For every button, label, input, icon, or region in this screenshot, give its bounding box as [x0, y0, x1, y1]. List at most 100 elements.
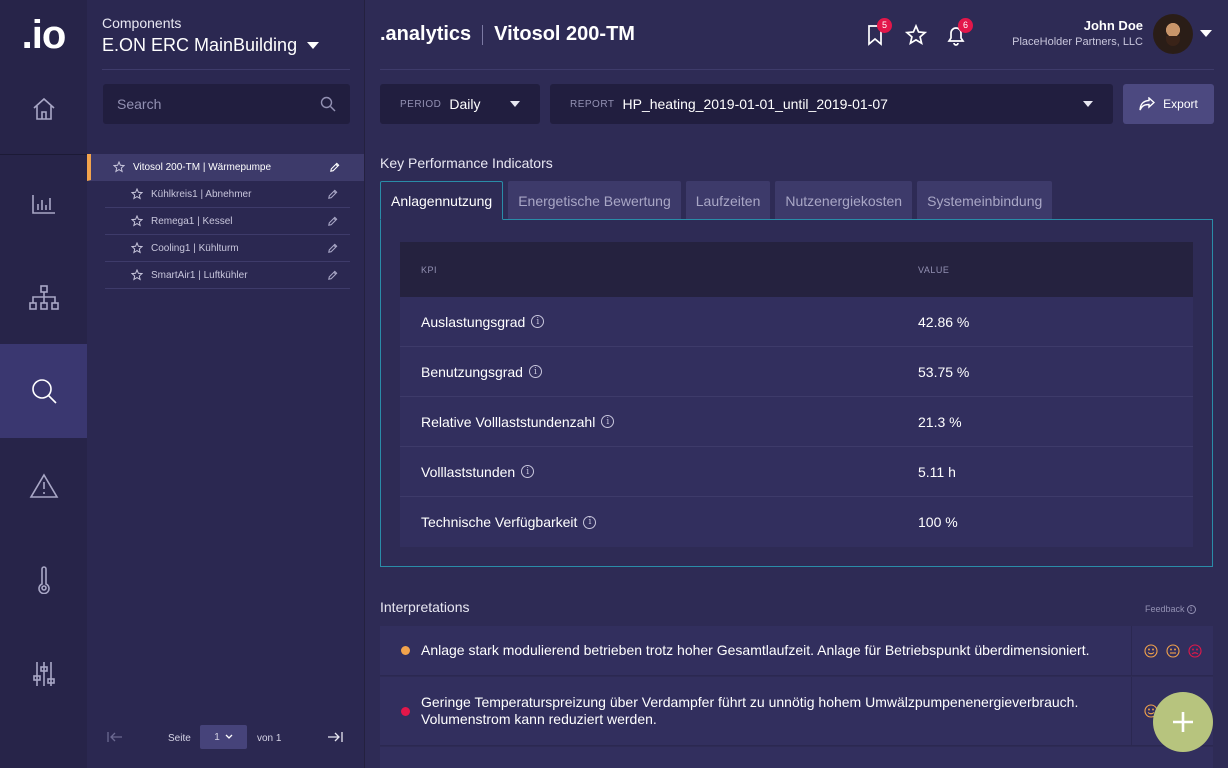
kpi-row: Benutzungsgrad i 53.75 % [400, 347, 1193, 397]
nav-temperature[interactable] [0, 533, 87, 627]
component-name: Cooling1 | Kühlturm [151, 242, 239, 254]
kpi-table-header: KPI VALUE [400, 242, 1193, 297]
kpi-tab[interactable]: Anlagennutzung [380, 181, 504, 220]
pencil-icon[interactable] [327, 216, 338, 227]
avatar[interactable] [1153, 14, 1193, 54]
share-icon [1139, 97, 1156, 111]
chart-icon [31, 195, 55, 214]
smile-icon[interactable] [1143, 643, 1158, 658]
star-icon[interactable] [131, 242, 143, 254]
plus-icon [1173, 712, 1193, 732]
nav-analytics[interactable] [0, 157, 87, 251]
component-row[interactable]: Vitosol 200-TM | Wärmepumpe [87, 154, 364, 181]
neutral-face-icon[interactable] [1165, 643, 1180, 658]
report-label: REPORT [570, 98, 615, 110]
nav-settings[interactable] [0, 627, 87, 721]
info-icon[interactable]: i [583, 515, 597, 529]
kpi-tab[interactable]: Systemeinbindung [917, 181, 1053, 220]
thermometer-icon [37, 566, 50, 594]
kpi-name: Relative Volllaststundenzahl [421, 413, 596, 430]
pencil-icon[interactable] [327, 270, 338, 281]
kpi-value: 21.3 % [918, 413, 962, 430]
nav-home[interactable] [0, 62, 87, 156]
kpi-name-cell: Relative Volllaststundenzahl i [400, 414, 918, 430]
user-menu-chevron-icon[interactable] [1200, 30, 1212, 37]
info-icon[interactable]: i [1186, 604, 1196, 614]
add-button[interactable] [1153, 692, 1213, 752]
period-select[interactable]: PERIOD Daily [380, 84, 540, 124]
star-icon[interactable] [131, 215, 143, 227]
report-select[interactable]: REPORT HP_heating_2019-01-01_until_2019-… [550, 84, 1113, 124]
kpi-tab[interactable]: Laufzeiten [685, 181, 771, 220]
nav-search[interactable] [0, 344, 87, 438]
search-icon [320, 96, 336, 112]
star-icon[interactable] [131, 269, 143, 281]
component-search-input[interactable]: Search [103, 84, 350, 124]
page-label: Seite [168, 733, 191, 744]
alert-icon [29, 473, 58, 498]
bookmarks-button[interactable]: 5 [864, 18, 892, 46]
building-selector[interactable]: E.ON ERC MainBuilding [102, 35, 320, 56]
last-page-icon[interactable] [327, 731, 343, 743]
kpi-row: Auslastungsgrad i 42.86 % [400, 297, 1193, 347]
page-number: 1 [214, 731, 220, 743]
value-column-header: VALUE [918, 264, 950, 275]
panel-divider [102, 69, 350, 70]
app-logo[interactable]: .io [0, 0, 87, 70]
kpi-tab[interactable]: Energetische Bewertung [508, 181, 681, 220]
kpi-section-title: Key Performance Indicators [380, 155, 553, 171]
favorites-button[interactable] [904, 23, 928, 46]
components-panel: Components E.ON ERC MainBuilding Search … [87, 0, 365, 768]
kpi-value: 42.86 % [918, 313, 970, 330]
kpi-value: 5.11 h [918, 463, 956, 480]
feedback-label: Feedback [1145, 604, 1185, 614]
app-header: .analytics Vitosol 200-TM 5 6 John Doe P… [380, 0, 1228, 70]
chevron-down-icon [307, 42, 320, 49]
component-name: Kühlkreis1 | Abnehmer [151, 188, 252, 200]
component-row[interactable]: Cooling1 | Kühlturm [105, 235, 350, 262]
info-icon[interactable]: i [601, 415, 615, 428]
kpi-row: Volllaststunden i 5.11 h [400, 447, 1193, 497]
page-title: .analytics Vitosol 200-TM [380, 23, 635, 46]
component-name: Vitosol 200-TM | Wärmepumpe [133, 161, 272, 173]
first-page-icon[interactable] [107, 731, 123, 743]
pencil-icon[interactable] [327, 189, 338, 200]
kpi-name: Technische Verfügbarkeit [421, 514, 578, 530]
component-row[interactable]: Remega1 | Kessel [105, 208, 350, 235]
export-button[interactable]: Export [1123, 84, 1214, 124]
kpi-table: KPI VALUE Auslastungsgrad i 42.86 % Benutzu… [400, 242, 1193, 547]
pencil-icon[interactable] [327, 243, 338, 254]
page-select[interactable]: 1 [200, 725, 247, 749]
nav-alerts[interactable] [0, 439, 87, 533]
home-icon [32, 97, 55, 120]
component-name: Remega1 | Kessel [151, 215, 233, 227]
notifications-button[interactable]: 6 [945, 18, 973, 46]
kpi-tab[interactable]: Nutzenergiekosten [775, 181, 913, 220]
user-info[interactable]: John Doe PlaceHolder Partners, LLC [1012, 18, 1143, 48]
chevron-down-icon [225, 734, 233, 739]
component-list: Vitosol 200-TM | Wärmepumpe Kühlkreis1 | … [87, 154, 364, 289]
components-label: Components [102, 15, 182, 31]
search-icon [31, 379, 57, 404]
pencil-icon[interactable] [329, 162, 340, 173]
kpi-panel: KPI VALUE Auslastungsgrad i 42.86 % Benutzu… [380, 219, 1213, 567]
component-row[interactable]: Kühlkreis1 | Abnehmer [105, 181, 350, 208]
star-icon[interactable] [131, 188, 143, 200]
report-value: HP_heating_2019-01-01_until_2019-01-07 [622, 96, 888, 112]
kpi-tabs: Anlagennutzung Energetische Bewertung Lauf… [380, 181, 1053, 220]
feedback-buttons [1131, 626, 1213, 675]
component-name: SmartAir1 | Luftkühler [151, 269, 248, 281]
nav-hierarchy[interactable] [0, 251, 87, 345]
component-row[interactable]: SmartAir1 | Luftkühler [105, 262, 350, 289]
user-company: PlaceHolder Partners, LLC [1012, 36, 1143, 48]
kpi-name: Auslastungsgrad [421, 313, 526, 330]
star-icon[interactable] [113, 161, 125, 173]
info-icon[interactable]: i [528, 365, 542, 378]
info-icon[interactable]: i [521, 465, 535, 478]
kpi-name-cell: Auslastungsgrad i [400, 314, 918, 330]
info-icon[interactable]: i [531, 315, 545, 328]
chevron-down-icon [510, 101, 520, 107]
bookmark-count-badge: 5 [877, 18, 892, 33]
frown-icon[interactable] [1187, 643, 1202, 658]
notification-count-badge: 6 [958, 18, 973, 33]
